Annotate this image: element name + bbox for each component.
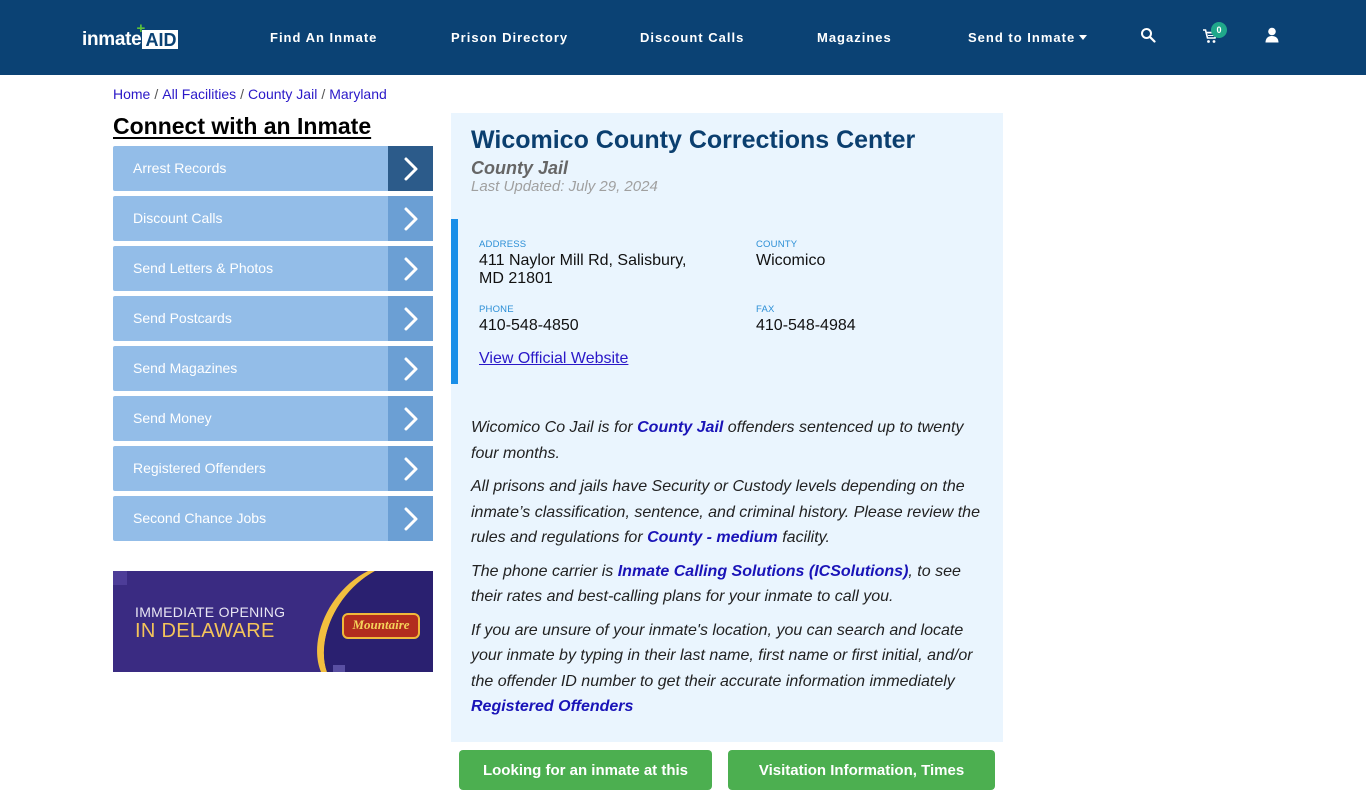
mountaire-logo: Mountaire — [342, 613, 420, 639]
county-jail-link[interactable]: County Jail — [637, 419, 723, 436]
nav-prison-directory[interactable]: Prison Directory — [451, 30, 568, 45]
facility-name: Wicomico County Corrections Center — [471, 126, 916, 154]
sidebar-item-label: Registered Offenders — [133, 460, 266, 476]
nav-discount-calls[interactable]: Discount Calls — [640, 30, 744, 45]
phone-value: 410-548-4850 — [479, 317, 579, 334]
nav-send-to-inmate-label: Send to Inmate — [968, 30, 1076, 45]
chevron-right-icon — [388, 346, 433, 391]
official-website-link[interactable]: View Official Website — [479, 350, 628, 368]
sidebar-item-label: Send Postcards — [133, 310, 232, 326]
breadcrumb-separator: / — [240, 86, 245, 102]
logo-text-aid: + AID — [136, 20, 179, 50]
breadcrumb-separator: / — [321, 86, 326, 102]
desc-text: The phone carrier is — [471, 562, 618, 580]
county-label: COUNTY — [756, 239, 798, 250]
desc-text: If you are unsure of your inmate's locat… — [471, 621, 973, 690]
find-inmate-button[interactable]: Looking for an inmate at this — [459, 750, 712, 790]
desc-paragraph-2: All prisons and jails have Security or C… — [471, 474, 986, 551]
ad-line-2: IN DELAWARE — [135, 620, 275, 642]
sidebar-item-label: Second Chance Jobs — [133, 510, 267, 526]
sidebar-item-discount-calls[interactable]: Discount Calls — [113, 196, 433, 241]
fax-label: FAX — [756, 304, 775, 315]
facility-info-box: ADDRESS 411 Naylor Mill Rd, Salisbury, M… — [451, 219, 1003, 384]
last-updated: Last Updated: July 29, 2024 — [471, 178, 658, 195]
fax-value: 410-548-4984 — [756, 317, 856, 334]
sidebar-item-label: Discount Calls — [133, 210, 223, 226]
county-value: Wicomico — [756, 252, 826, 269]
sidebar-item-send-magazines[interactable]: Send Magazines — [113, 346, 433, 391]
top-navbar: inmate + AID Find An Inmate Prison Direc… — [0, 0, 1366, 75]
chevron-right-icon — [388, 446, 433, 491]
sidebar-item-label: Send Money — [133, 410, 212, 426]
registered-offenders-link[interactable]: Registered Offenders — [471, 698, 633, 715]
chevron-right-icon — [388, 146, 433, 191]
sidebar-item-label: Send Magazines — [133, 360, 238, 376]
chevron-right-icon — [388, 246, 433, 291]
caret-down-icon — [1079, 35, 1088, 40]
nav-send-to-inmate[interactable]: Send to Inmate — [968, 30, 1088, 45]
address-line-2: MD 21801 — [479, 270, 553, 287]
chevron-right-icon — [388, 496, 433, 541]
breadcrumb-all-facilities[interactable]: All Facilities — [162, 86, 236, 102]
phone-carrier-link[interactable]: Inmate Calling Solutions (ICSolutions) — [618, 563, 909, 580]
address-line-1: 411 Naylor Mill Rd, Salisbury, — [479, 252, 687, 269]
chevron-right-icon — [388, 396, 433, 441]
breadcrumb-maryland[interactable]: Maryland — [329, 86, 387, 102]
ad-line-1: IMMEDIATE OPENING — [135, 604, 286, 620]
address-label: ADDRESS — [479, 239, 527, 250]
chevron-right-icon — [388, 196, 433, 241]
sidebar-item-registered-offenders[interactable]: Registered Offenders — [113, 446, 433, 491]
breadcrumb-home[interactable]: Home — [113, 86, 150, 102]
site-logo[interactable]: inmate + AID — [82, 20, 179, 51]
job-ad-banner[interactable]: IMMEDIATE OPENING IN DELAWARE Mountaire — [113, 571, 433, 672]
logo-plus-icon: + — [136, 20, 146, 37]
breadcrumb-separator: / — [154, 86, 159, 102]
sidebar-item-send-letters-and-photos[interactable]: Send Letters & Photos — [113, 246, 433, 291]
facility-type: County Jail — [471, 158, 569, 178]
visitation-info-button[interactable]: Visitation Information, Times — [728, 750, 995, 790]
desc-paragraph-3: The phone carrier is Inmate Calling Solu… — [471, 559, 986, 610]
desc-text: facility. — [777, 529, 830, 546]
connect-heading: Connect with an Inmate — [113, 113, 372, 139]
desc-text: Wicomico Co Jail is for — [471, 419, 638, 436]
phone-label: PHONE — [479, 304, 514, 315]
sidebar-item-send-money[interactable]: Send Money — [113, 396, 433, 441]
security-level-link[interactable]: County - medium — [647, 529, 778, 546]
breadcrumb-county-jail[interactable]: County Jail — [248, 86, 317, 102]
nav-find-an-inmate[interactable]: Find An Inmate — [270, 30, 377, 45]
sidebar-item-arrest-records[interactable]: Arrest Records — [113, 146, 433, 191]
facility-description: Wicomico Co Jail is for County Jail offe… — [471, 415, 986, 728]
desc-paragraph-1: Wicomico Co Jail is for County Jail offe… — [471, 415, 986, 466]
logo-aid-label: AID — [145, 30, 177, 50]
sidebar-item-label: Arrest Records — [133, 160, 227, 176]
nav-magazines[interactable]: Magazines — [817, 30, 892, 45]
connect-menu: Arrest Records Discount Calls Send Letters… — [113, 146, 433, 546]
cart-count-badge: 0 — [1211, 22, 1227, 38]
user-icon[interactable] — [1265, 27, 1283, 45]
chevron-right-icon — [388, 296, 433, 341]
sidebar-item-second-chance-jobs[interactable]: Second Chance Jobs — [113, 496, 433, 541]
breadcrumb: Home / All Facilities / County Jail / Maryland — [113, 86, 387, 102]
sidebar-item-label: Send Letters & Photos — [133, 260, 274, 276]
search-icon[interactable] — [1140, 27, 1158, 45]
logo-text-inmate: inmate — [82, 29, 142, 50]
sidebar-item-send-postcards[interactable]: Send Postcards — [113, 296, 433, 341]
desc-paragraph-4: If you are unsure of your inmate's locat… — [471, 618, 986, 720]
facility-panel: Wicomico County Corrections Center Count… — [451, 113, 1003, 742]
